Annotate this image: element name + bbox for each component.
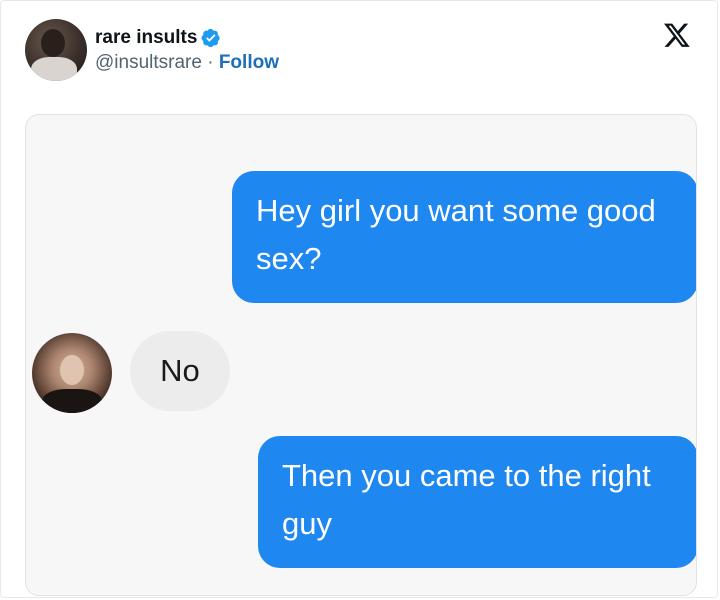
message-text: No [160, 353, 200, 388]
follow-button[interactable]: Follow [219, 52, 279, 73]
handle-separator: · [201, 51, 219, 73]
x-logo-icon[interactable] [663, 21, 691, 49]
message-text: Hey girl you want some good sex? [256, 193, 656, 276]
author-handle-row: @insultsrare · Follow [95, 52, 279, 74]
tweet-header: rare insults @insultsrare · Follow [25, 19, 279, 81]
author-avatar[interactable] [25, 19, 87, 81]
author-handle[interactable]: @insultsrare [95, 52, 202, 73]
author-display-name[interactable]: rare insults [95, 27, 197, 49]
message-bubble-outgoing: Hey girl you want some good sex? [232, 171, 696, 303]
verified-badge-icon [201, 28, 221, 47]
message-bubble-outgoing: Then you came to the right guy [258, 436, 696, 568]
screenshot-image[interactable]: Hey girl you want some good sex? No Then… [25, 114, 697, 596]
contact-photo-icon [32, 333, 112, 413]
message-text: Then you came to the right guy [282, 458, 651, 541]
tweet-card: rare insults @insultsrare · Follow Hey g… [0, 0, 718, 598]
author-name-row: rare insults [95, 27, 279, 49]
message-bubble-incoming: No [130, 331, 230, 411]
author-info: rare insults @insultsrare · Follow [95, 27, 279, 74]
